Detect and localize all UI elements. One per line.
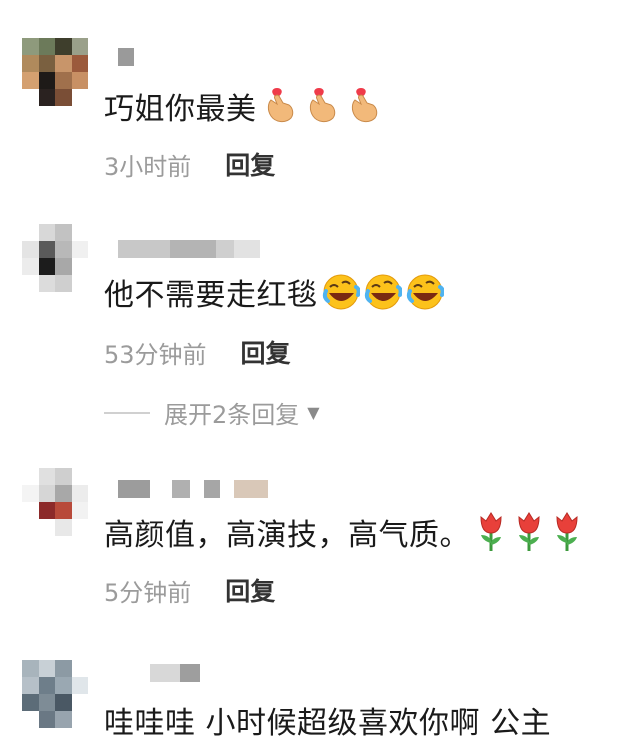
- comment-time: 3小时前: [104, 152, 192, 181]
- avatar[interactable]: [22, 38, 88, 106]
- username[interactable]: [118, 240, 260, 258]
- tulip-icon: [480, 512, 502, 551]
- expand-replies-label: 展开2条回复: [164, 401, 300, 429]
- rolling-laughing-icon: [364, 274, 402, 310]
- comment-time: 53分钟前: [104, 340, 207, 369]
- comment-text: 巧姐你最美: [104, 84, 383, 128]
- avatar[interactable]: [22, 468, 88, 536]
- tulip-icon: [556, 512, 578, 551]
- finger-heart-icon: [351, 88, 377, 123]
- username[interactable]: [150, 664, 200, 682]
- username[interactable]: [118, 48, 134, 66]
- comment-meta: 3小时前 回复: [104, 146, 275, 182]
- comment-meta: 5分钟前 回复: [104, 572, 275, 608]
- comment-text: 他不需要走红毯: [104, 270, 444, 314]
- tulip-icon: [518, 512, 540, 551]
- comment-text: 哇哇哇 小时候超级喜欢你啊 公主: [104, 706, 552, 741]
- avatar[interactable]: [22, 660, 88, 728]
- username[interactable]: [118, 480, 268, 498]
- avatar[interactable]: [22, 224, 88, 292]
- divider-line: [104, 411, 150, 414]
- rolling-laughing-icon: [406, 274, 444, 310]
- comment-text: 高颜值，高演技，高气质。: [104, 510, 582, 554]
- reply-button[interactable]: 回复: [225, 572, 275, 608]
- expand-replies-button[interactable]: 展开2条回复 ▼: [104, 395, 320, 430]
- caret-down-icon: ▼: [307, 403, 320, 422]
- finger-heart-icon: [267, 88, 293, 123]
- rolling-laughing-icon: [322, 274, 360, 310]
- reply-button[interactable]: 回复: [225, 146, 275, 182]
- comment-time: 5分钟前: [104, 578, 192, 607]
- comment-meta: 53分钟前 回复: [104, 334, 291, 370]
- reply-button[interactable]: 回复: [241, 334, 291, 370]
- finger-heart-icon: [309, 88, 335, 123]
